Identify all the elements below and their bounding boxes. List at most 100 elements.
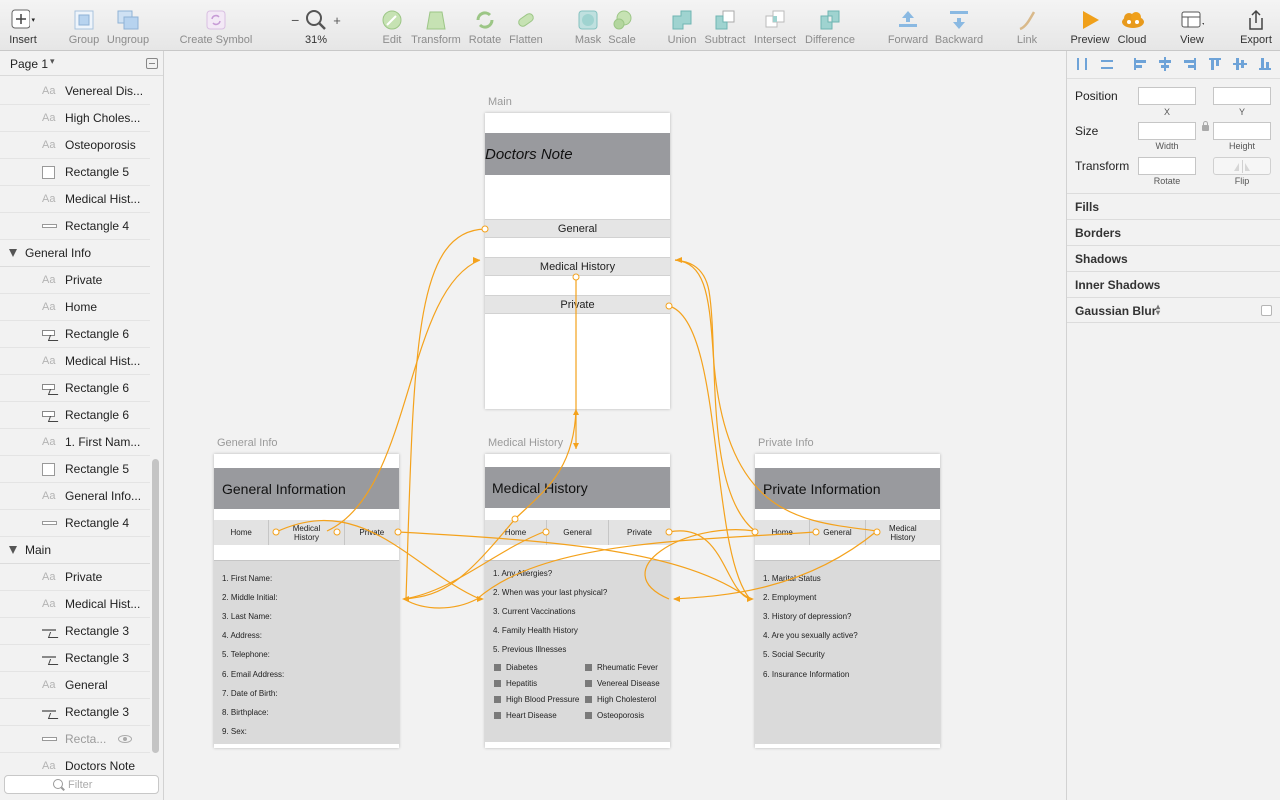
layer-row[interactable]: Rectangle 5 <box>0 456 150 483</box>
create-symbol-button[interactable]: Create Symbol <box>178 0 254 51</box>
nav-private[interactable]: Private <box>609 520 670 545</box>
rotate-input[interactable] <box>1138 157 1196 175</box>
layer-row[interactable]: Aa Osteoporosis <box>0 132 150 159</box>
layer-row[interactable]: Aa High Choles... <box>0 105 150 132</box>
layer-row[interactable]: Rectangle 3 <box>0 618 150 645</box>
visibility-eye-icon[interactable] <box>118 735 132 743</box>
illness-checkbox[interactable] <box>585 696 592 703</box>
gaussian-blur-checkbox[interactable] <box>1261 305 1272 316</box>
artboard-general-info[interactable]: General Information Home Medical History… <box>214 454 399 748</box>
layer-row[interactable]: Aa Venereal Dis... <box>0 78 150 105</box>
layer-row[interactable]: Aa Medical Hist... <box>0 591 150 618</box>
position-y-input[interactable] <box>1213 87 1271 105</box>
layer-row[interactable]: Aa Doctors Note <box>0 753 150 772</box>
layer-row[interactable]: Rectangle 6 <box>0 402 150 429</box>
artboard-label-general[interactable]: General Info <box>217 437 278 449</box>
layer-row[interactable]: Rectangle 4 <box>0 510 150 537</box>
artboard-medical-history[interactable]: Medical History Home General Private 1. … <box>485 454 670 748</box>
scale-button[interactable]: Scale <box>606 0 638 51</box>
ungroup-button[interactable]: Ungroup <box>105 0 151 51</box>
preview-button[interactable]: Preview <box>1068 0 1112 51</box>
layer-row[interactable]: Rectangle 5 <box>0 159 150 186</box>
zoom-control[interactable]: − + 31% <box>284 0 348 51</box>
align-top-icon[interactable] <box>1208 57 1222 71</box>
edit-button[interactable]: Edit <box>377 0 407 51</box>
artboard-label-main[interactable]: Main <box>488 96 512 108</box>
layer-row[interactable]: Aa Private <box>0 564 150 591</box>
zoom-out-button[interactable]: − <box>291 12 299 28</box>
link-button[interactable]: Link <box>1012 0 1042 51</box>
disclosure-triangle-icon[interactable] <box>9 249 17 257</box>
height-input[interactable] <box>1213 122 1271 140</box>
artboard-label-medical[interactable]: Medical History <box>488 437 563 449</box>
transform-button[interactable]: Transform <box>410 0 462 51</box>
artboard-main[interactable]: Doctors Note General Medical History Pri… <box>485 113 670 409</box>
zoom-in-button[interactable]: + <box>333 13 341 28</box>
align-bottom-icon[interactable] <box>1258 57 1272 71</box>
layer-group[interactable]: Main <box>0 537 150 564</box>
borders-section[interactable]: Borders <box>1067 219 1280 245</box>
rotate-button[interactable]: Rotate <box>466 0 504 51</box>
fills-section[interactable]: Fills <box>1067 193 1280 219</box>
disclosure-triangle-icon[interactable] <box>9 546 17 554</box>
layer-row[interactable]: Rectangle 3 <box>0 699 150 726</box>
backward-button[interactable]: Backward <box>932 0 986 51</box>
layer-row[interactable]: Rectangle 6 <box>0 321 150 348</box>
nav-home[interactable]: Home <box>755 520 811 545</box>
position-x-input[interactable] <box>1138 87 1196 105</box>
nav-private[interactable]: Private <box>345 520 399 545</box>
insert-button[interactable]: ▾ Insert <box>4 0 42 51</box>
stepper-arrows-icon[interactable]: ▴ ▾ <box>1156 303 1160 317</box>
main-private-button[interactable]: Private <box>485 295 670 314</box>
align-left-icon[interactable] <box>1133 57 1147 71</box>
nav-medical-history[interactable]: Medical History <box>866 520 940 545</box>
filter-input[interactable]: Filter <box>4 775 159 794</box>
forward-button[interactable]: Forward <box>886 0 930 51</box>
main-general-button[interactable]: General <box>485 219 670 238</box>
illness-checkbox[interactable] <box>494 664 501 671</box>
view-button[interactable]: View <box>1172 0 1212 51</box>
canvas[interactable]: Main Doctors Note General Medical Histor… <box>164 51 1066 800</box>
mask-button[interactable]: Mask <box>572 0 604 51</box>
difference-button[interactable]: Difference <box>802 0 858 51</box>
artboard-private-info[interactable]: Private Information Home General Medical… <box>755 454 940 748</box>
distribute-horizontal-icon[interactable] <box>1075 57 1089 71</box>
shadows-section[interactable]: Shadows <box>1067 245 1280 271</box>
illness-checkbox[interactable] <box>494 696 501 703</box>
distribute-vertical-icon[interactable] <box>1100 57 1114 71</box>
flatten-button[interactable]: Flatten <box>506 0 546 51</box>
width-input[interactable] <box>1138 122 1196 140</box>
export-button[interactable]: Export <box>1236 0 1276 51</box>
artboard-label-private[interactable]: Private Info <box>758 437 814 449</box>
cloud-button[interactable]: Cloud <box>1114 0 1150 51</box>
layer-row[interactable]: Aa Medical Hist... <box>0 186 150 213</box>
layer-row[interactable]: Aa Home <box>0 294 150 321</box>
intersect-button[interactable]: Intersect <box>750 0 800 51</box>
nav-general[interactable]: General <box>810 520 866 545</box>
layer-list-scrollbar[interactable] <box>152 459 159 753</box>
nav-home[interactable]: Home <box>214 520 270 545</box>
layer-row[interactable]: Aa General Info... <box>0 483 150 510</box>
inner-shadows-section[interactable]: Inner Shadows <box>1067 271 1280 297</box>
layer-row[interactable]: Aa Private <box>0 267 150 294</box>
nav-home[interactable]: Home <box>485 520 547 545</box>
align-middle-icon[interactable] <box>1233 57 1247 71</box>
layer-row[interactable]: Rectangle 4 <box>0 213 150 240</box>
nav-medical-history[interactable]: Medical History <box>269 520 345 545</box>
illness-checkbox[interactable] <box>494 680 501 687</box>
layer-row[interactable]: Rectangle 6 <box>0 375 150 402</box>
layer-row[interactable]: Recta... <box>0 726 150 753</box>
illness-checkbox[interactable] <box>494 712 501 719</box>
align-center-icon[interactable] <box>1158 57 1172 71</box>
lock-icon[interactable] <box>1202 121 1209 131</box>
layer-row[interactable]: Rectangle 3 <box>0 645 150 672</box>
align-right-icon[interactable] <box>1183 57 1197 71</box>
layer-row[interactable]: Aa Medical Hist... <box>0 348 150 375</box>
illness-checkbox[interactable] <box>585 712 592 719</box>
collapse-pages-icon[interactable] <box>146 58 158 69</box>
nav-general[interactable]: General <box>547 520 609 545</box>
subtract-button[interactable]: Subtract <box>702 0 748 51</box>
layer-group[interactable]: General Info <box>0 240 150 267</box>
flip-buttons[interactable] <box>1213 157 1271 175</box>
illness-checkbox[interactable] <box>585 680 592 687</box>
